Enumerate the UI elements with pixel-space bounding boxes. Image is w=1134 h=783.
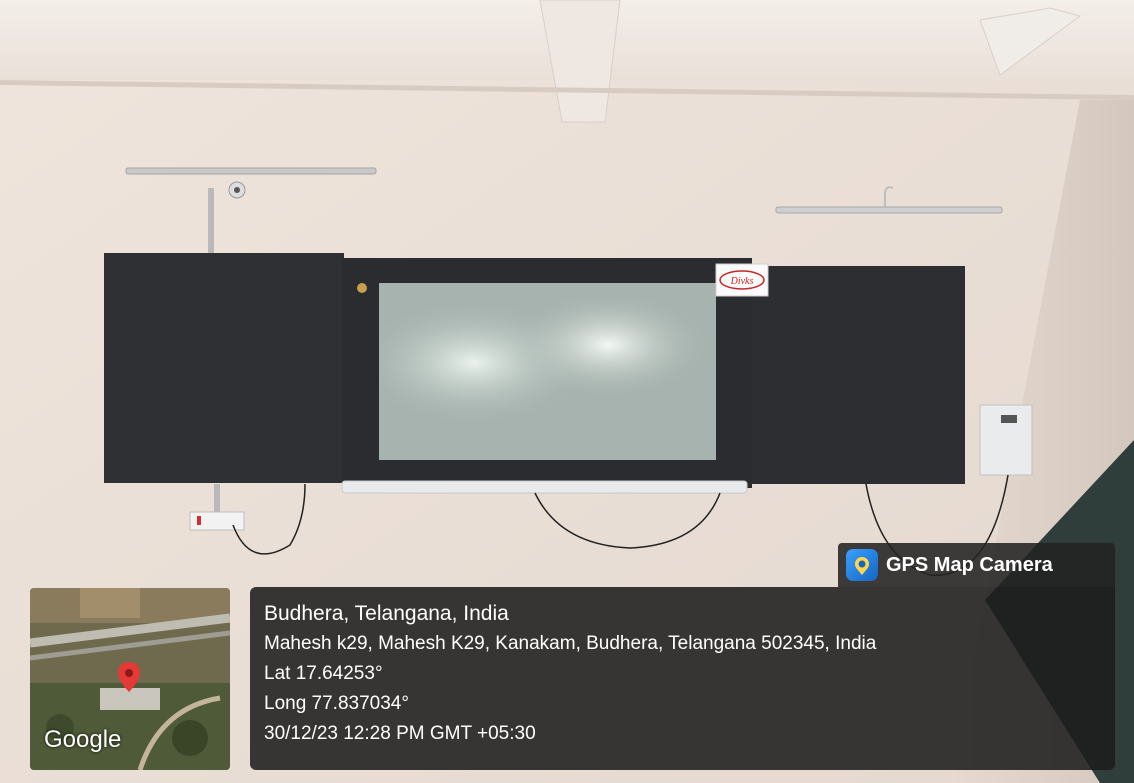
map-pin-icon <box>118 662 140 692</box>
brand-sticker-label: Divks <box>730 276 754 287</box>
map-thumbnail: Google <box>30 588 230 770</box>
board-logo <box>357 283 367 293</box>
location-info-panel: Budhera, Telangana, India Mahesh k29, Ma… <box>250 587 1115 770</box>
app-name: GPS Map Camera <box>886 553 1053 576</box>
board-bottom-bar <box>341 480 748 494</box>
map-attribution: Google <box>44 726 122 753</box>
location-address: Mahesh k29, Mahesh K29, Kanakam, Budhera… <box>264 633 877 654</box>
longitude: Long 77.837034° <box>264 693 409 714</box>
gps-camera-badge: GPS Map Camera <box>838 543 1115 587</box>
location-title: Budhera, Telangana, India <box>264 602 509 625</box>
right-writing-panel <box>751 266 965 484</box>
left-writing-panel <box>104 253 344 483</box>
datetime: 30/12/23 12:28 PM GMT +05:30 <box>264 723 536 744</box>
tube-light-right <box>775 206 1003 214</box>
camera-pin-icon <box>846 549 878 581</box>
tube-light-left <box>125 167 377 175</box>
latitude: Lat 17.64253° <box>264 663 383 684</box>
conduit-top <box>208 188 214 256</box>
